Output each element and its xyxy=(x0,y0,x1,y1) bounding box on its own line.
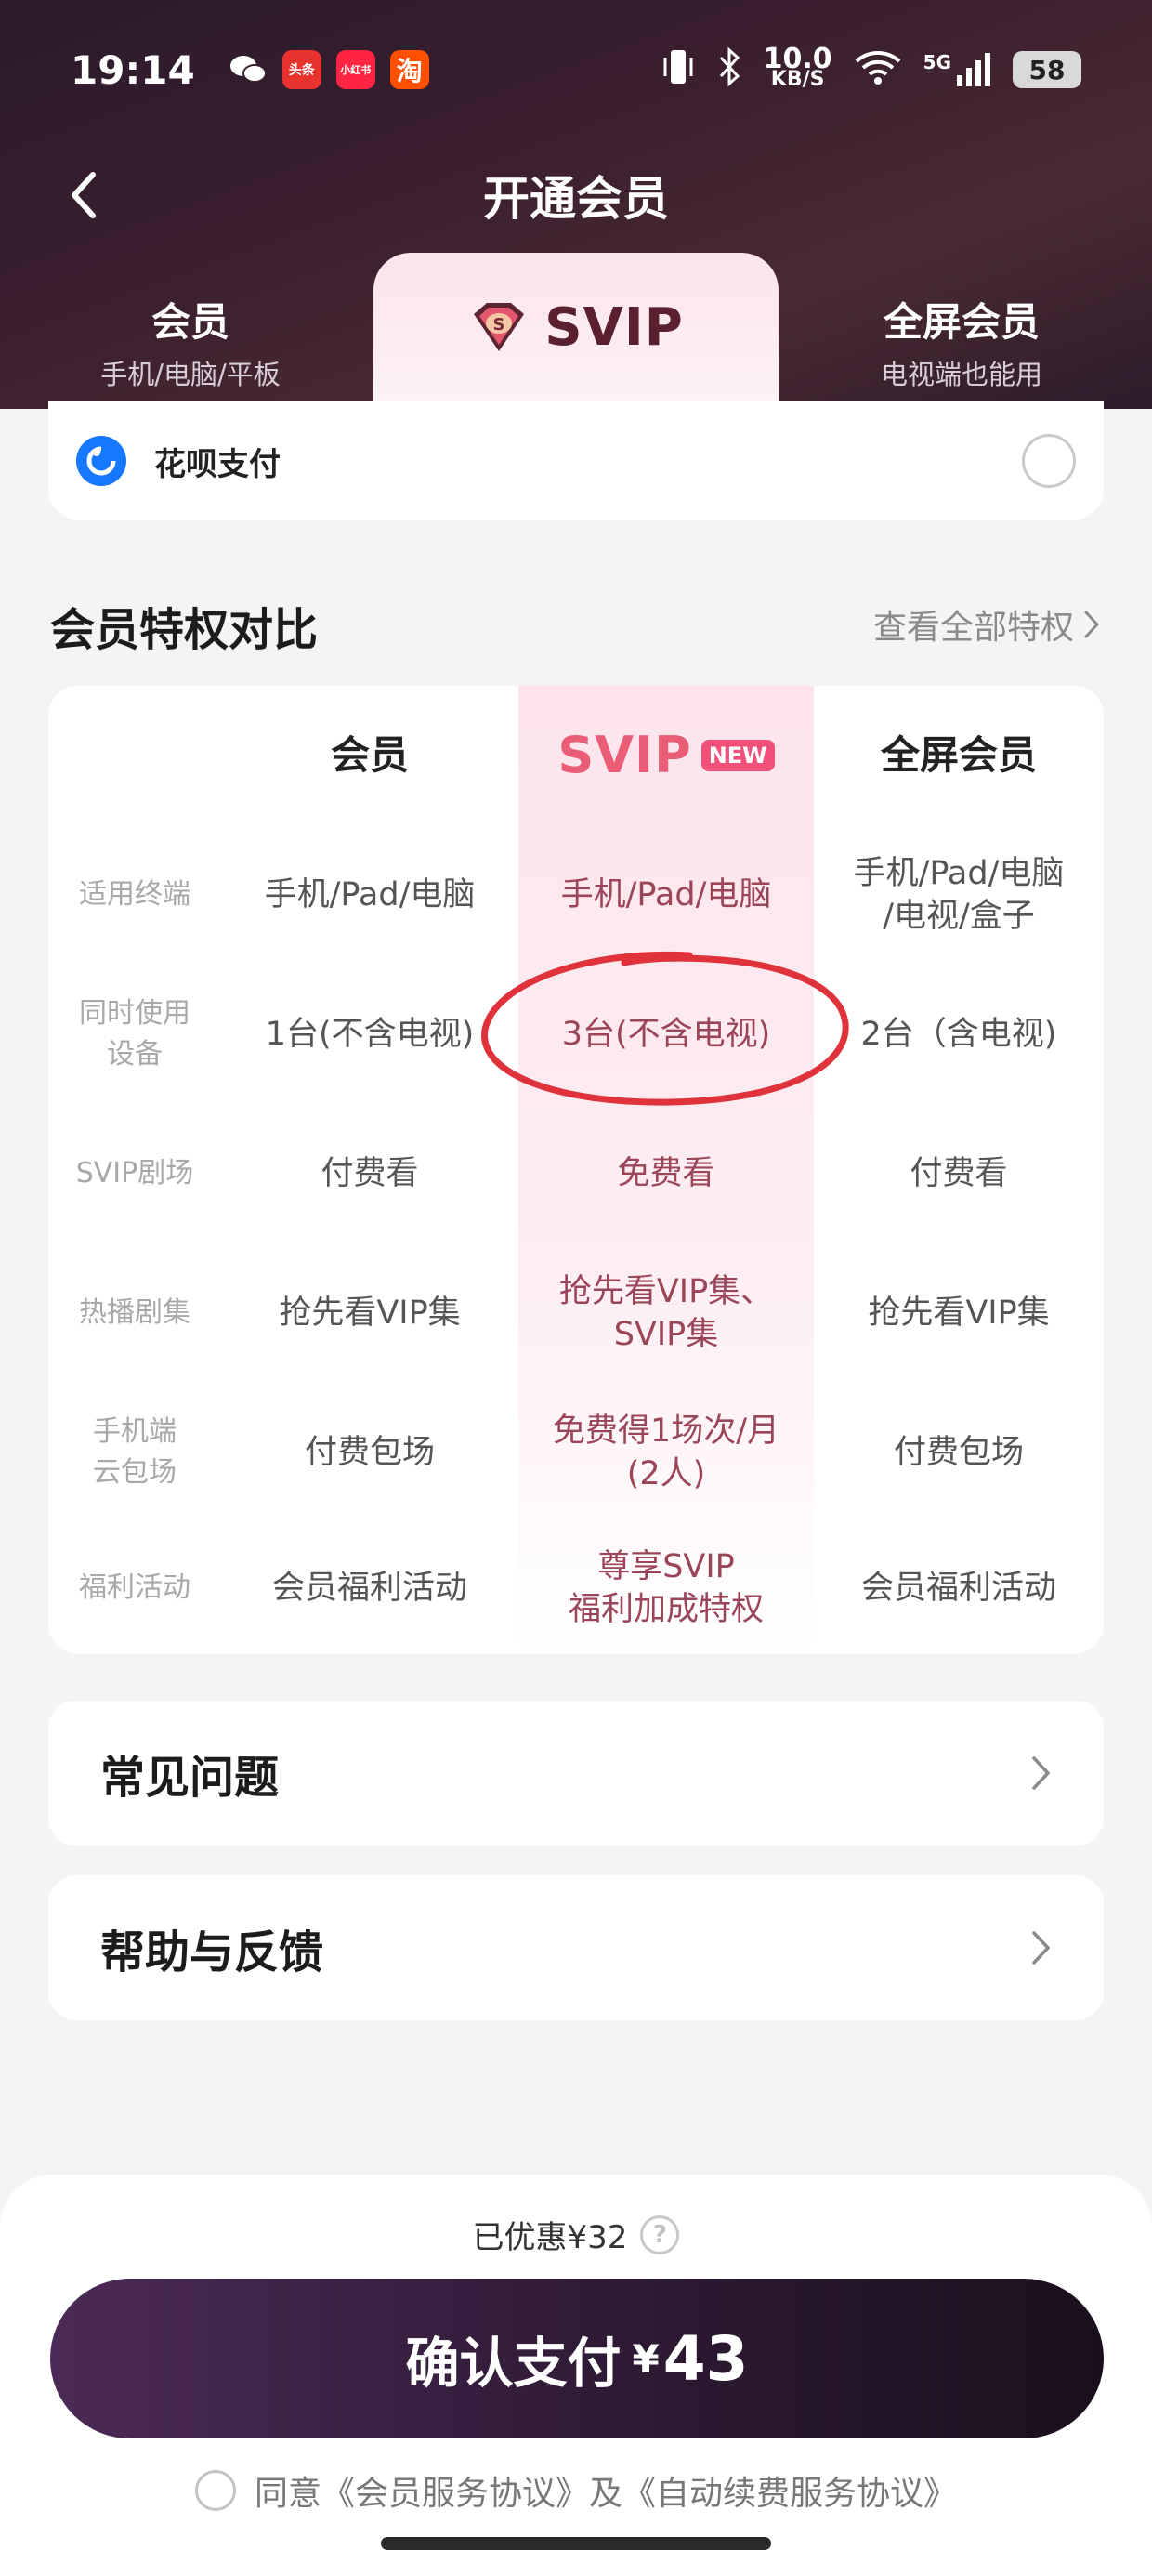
section-title: 会员特权对比 xyxy=(50,604,319,656)
nav-bar: 开通会员 xyxy=(0,139,1152,251)
currency-symbol: ¥ xyxy=(632,2335,660,2382)
table-cell: 手机/Pad/电脑 xyxy=(560,876,772,913)
confirm-payment-label: 确认支付 xyxy=(405,2332,622,2395)
payment-sheet: 已优惠¥32 ? 确认支付 ¥ 43 同意《会员服务协议》及《自动续费服务协议》 xyxy=(0,2175,1152,2576)
table-cell: 3台(不含电视) xyxy=(561,1016,771,1053)
row-label: 热播剧集 xyxy=(79,1296,190,1329)
battery-indicator: 58 xyxy=(1013,51,1081,88)
table-cell-text: 免费得1场次/月 (2人) xyxy=(552,1413,780,1492)
row-label: 福利活动 xyxy=(79,1571,190,1604)
new-badge: NEW xyxy=(700,740,775,771)
row-label: SVIP剧场 xyxy=(75,1157,194,1189)
status-app-icons: 头条 小红书 淘 xyxy=(229,50,429,89)
home-indicator[interactable] xyxy=(381,2537,771,2550)
header-svip: SVIP NEW xyxy=(518,726,814,784)
vibrate-icon xyxy=(660,46,697,94)
header-svip-label: SVIP xyxy=(557,726,692,784)
table-cell-text: 手机/Pad/电脑 /电视/盒子 xyxy=(853,855,1065,935)
page-title: 开通会员 xyxy=(483,172,669,226)
payment-radio[interactable] xyxy=(1022,434,1076,488)
view-all-label: 查看全部特权 xyxy=(872,609,1074,647)
table-header-row: 会员 SVIP NEW 全屏会员 xyxy=(48,686,1104,825)
signal-label: 5G xyxy=(923,51,951,73)
table-cell: 抢先看VIP集、 SVIP集 xyxy=(518,1270,814,1356)
table-row: 同时使用 设备 1台(不含电视) 3台(不含电视) 2台（含电视) xyxy=(48,965,1104,1104)
chevron-right-icon xyxy=(1084,611,1100,638)
chevron-left-icon xyxy=(72,172,96,218)
header-fullscreen: 全屏会员 xyxy=(880,732,1037,778)
back-button[interactable] xyxy=(56,167,111,223)
question-icon[interactable]: ? xyxy=(640,2215,680,2254)
table-cell: 会员福利活动 xyxy=(860,1570,1056,1607)
table-cell: 会员福利活动 xyxy=(271,1570,467,1607)
table-cell-text: 抢先看VIP集、 SVIP集 xyxy=(558,1273,774,1353)
agreement-text[interactable]: 同意《会员服务协议》及《自动续费服务协议》 xyxy=(255,2466,957,2515)
table-cell: 付费包场 xyxy=(304,1434,435,1471)
status-indicators: 10.0 KB/S 5G 58 xyxy=(660,46,1081,94)
network-speed: 10.0 KB/S xyxy=(763,43,832,91)
agreement-checkbox[interactable] xyxy=(194,2470,236,2511)
wechat-icon xyxy=(229,50,268,89)
row-label: 同时使用 设备 xyxy=(79,997,190,1071)
view-all-privileges-link[interactable]: 查看全部特权 xyxy=(873,600,1100,649)
table-cell: 免费得1场次/月 (2人) xyxy=(518,1410,814,1495)
agreement-row: 同意《会员服务协议》及《自动续费服务协议》 xyxy=(0,2466,1152,2515)
payment-method-label: 花呗支付 xyxy=(154,445,281,483)
payment-method-huabei[interactable]: 花呗支付 xyxy=(48,401,1104,520)
tab-fullscreen-sub: 电视端也能用 xyxy=(880,358,1042,390)
table-cell: 付费包场 xyxy=(893,1434,1024,1471)
privilege-comparison-table: 会员 SVIP NEW 全屏会员 适用终端 手机/Pad/电脑 手机/Pad/电… xyxy=(48,686,1104,1654)
table-cell: 1台(不含电视) xyxy=(265,1016,475,1053)
table-row: 福利活动 会员福利活动 尊享SVIP 福利加成特权 会员福利活动 xyxy=(48,1522,1104,1654)
table-cell: 尊享SVIP 福利加成特权 xyxy=(518,1545,814,1631)
faq-label: 常见问题 xyxy=(100,1752,280,1804)
tab-fullscreen-member[interactable]: 全屏会员 电视端也能用 xyxy=(771,281,1152,401)
membership-tabs: 会员 手机/电脑/平板 S SVIP 全屏会员 电视端也能用 xyxy=(0,253,1152,401)
network-speed-unit: KB/S xyxy=(770,68,825,91)
confirm-payment-button[interactable]: 确认支付 ¥ 43 xyxy=(50,2279,1104,2438)
help-feedback-label: 帮助与反馈 xyxy=(100,1926,324,1978)
table-cell: 抢先看VIP集 xyxy=(868,1295,1050,1332)
table-cell: 抢先看VIP集 xyxy=(279,1295,461,1332)
bluetooth-icon xyxy=(717,46,743,94)
row-label: 适用终端 xyxy=(79,878,190,911)
table-row: SVIP剧场 付费看 免费看 付费看 xyxy=(48,1104,1104,1243)
huabei-icon xyxy=(76,436,126,486)
toutiao-icon: 头条 xyxy=(281,50,321,89)
svip-diamond-icon: S xyxy=(474,303,525,351)
svg-text:S: S xyxy=(493,315,505,335)
taobao-icon: 淘 xyxy=(389,50,429,89)
table-cell: 手机/Pad/电脑 xyxy=(264,876,476,913)
table-cell: 付费看 xyxy=(910,1155,1008,1192)
help-feedback-item[interactable]: 帮助与反馈 xyxy=(48,1875,1104,2020)
table-row: 适用终端 手机/Pad/电脑 手机/Pad/电脑 手机/Pad/电脑 /电视/盒… xyxy=(48,825,1104,965)
tab-svip-label: SVIP xyxy=(544,296,684,358)
table-row: 手机端 云包场 付费包场 免费得1场次/月 (2人) 付费包场 xyxy=(48,1383,1104,1522)
faq-item[interactable]: 常见问题 xyxy=(48,1701,1104,1846)
discount-info: 已优惠¥32 ? xyxy=(0,2212,1152,2257)
tab-member-sub: 手机/电脑/平板 xyxy=(100,358,281,390)
chevron-right-icon xyxy=(1032,1931,1051,1965)
xiaohongshu-icon: 小红书 xyxy=(335,50,375,89)
signal-icon: 5G xyxy=(923,51,992,88)
status-time: 19:14 xyxy=(71,46,195,93)
tab-fullscreen-label: 全屏会员 xyxy=(883,298,1040,345)
discount-text: 已优惠¥32 xyxy=(472,2219,628,2256)
table-cell-text: 尊享SVIP 福利加成特权 xyxy=(568,1548,764,1628)
status-bar: 19:14 头条 小红书 淘 10.0 KB/S 5G 58 xyxy=(0,0,1152,139)
row-label: 手机端 云包场 xyxy=(93,1415,177,1489)
network-speed-value: 10.0 xyxy=(763,43,832,75)
wifi-icon xyxy=(853,48,903,92)
tab-member[interactable]: 会员 手机/电脑/平板 xyxy=(0,281,381,401)
header-member: 会员 xyxy=(330,732,409,778)
table-cell: 免费看 xyxy=(617,1155,715,1192)
table-cell: 付费看 xyxy=(321,1155,419,1192)
tab-member-label: 会员 xyxy=(151,298,229,345)
table-row: 热播剧集 抢先看VIP集 抢先看VIP集、 SVIP集 抢先看VIP集 xyxy=(48,1243,1104,1383)
payment-amount: 43 xyxy=(662,2322,749,2395)
tab-svip[interactable]: S SVIP xyxy=(373,253,779,401)
table-cell: 2台（含电视) xyxy=(860,1016,1057,1053)
chevron-right-icon xyxy=(1032,1756,1051,1790)
table-cell: 手机/Pad/电脑 /电视/盒子 xyxy=(814,852,1104,938)
